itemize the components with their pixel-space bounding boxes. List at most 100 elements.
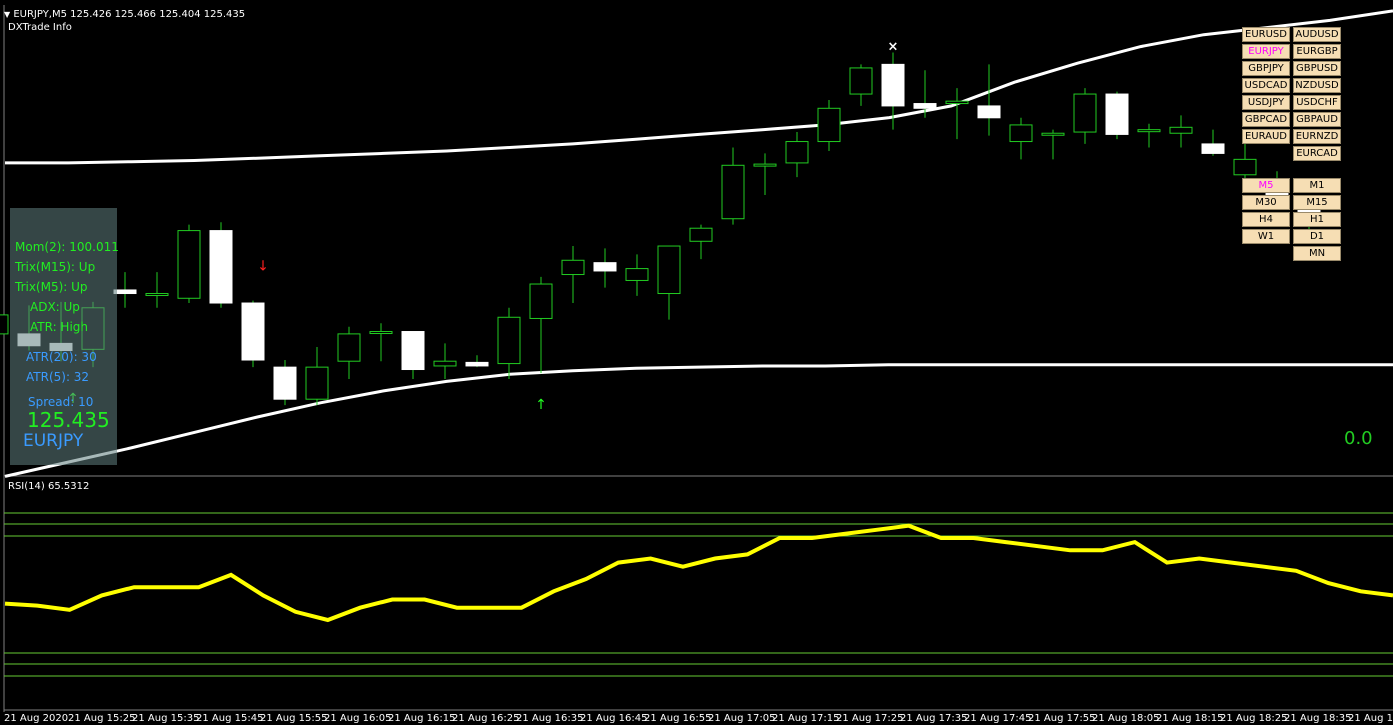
bear-candle: [881, 63, 905, 107]
up-arrow-signal: ↑: [535, 397, 547, 413]
time-axis-label: 21 Aug 18:15: [1156, 713, 1224, 724]
bull-candle: [0, 314, 9, 335]
bull-candle: [433, 360, 457, 367]
symbol-button-eurgbp[interactable]: EURGBP: [1293, 44, 1341, 59]
symbol-button-gbpcad[interactable]: GBPCAD: [1242, 112, 1290, 127]
bull-candle: [1073, 93, 1097, 133]
symbol-button-gbpusd[interactable]: GBPUSD: [1293, 61, 1341, 76]
bull-candle: [337, 333, 361, 362]
timeframe-button-h1[interactable]: H1: [1293, 212, 1341, 227]
time-axis-label: 21 Aug 17:35: [900, 713, 968, 724]
bear-candle: [977, 105, 1001, 119]
atr-state-readout: ATR: High: [30, 320, 89, 334]
symbol-button-eurcad[interactable]: EURCAD: [1293, 146, 1341, 161]
current-price: 125.435: [27, 408, 110, 432]
time-axis-label: 21 Aug 16:35: [516, 713, 584, 724]
symbol-button-euraud[interactable]: EURAUD: [1242, 129, 1290, 144]
time-axis-label: 21 Aug 18:35: [1284, 713, 1352, 724]
down-arrow-signal: ↓: [257, 259, 269, 275]
bull-candle: [1169, 126, 1193, 134]
bull-candle: [817, 107, 841, 143]
timeframe-button-mn[interactable]: MN: [1293, 246, 1341, 261]
symbol-button-eurjpy[interactable]: EURJPY: [1242, 44, 1290, 59]
trix-m15-readout: Trix(M15): Up: [15, 260, 96, 274]
bull-candle: [561, 259, 585, 276]
time-axis-label: 21 Aug 17:55: [1028, 713, 1096, 724]
time-axis-label: 21 Aug 15:55: [260, 713, 328, 724]
bear-candle: [913, 103, 937, 109]
time-axis-label: 21 Aug 16:25: [452, 713, 520, 724]
upper-band-line: [5, 9, 1393, 165]
timeframe-button-m30[interactable]: M30: [1242, 195, 1290, 210]
time-axis-label: 21 Aug 17:45: [964, 713, 1032, 724]
bull-candle: [497, 316, 521, 365]
symbol-button-audusd[interactable]: AUDUSD: [1293, 27, 1341, 42]
mom-readout: Mom(2): 100.011: [15, 240, 119, 254]
price-chart[interactable]: ↑↑↓×: [0, 0, 1393, 725]
symbol-button-eurnzd[interactable]: EURNZD: [1293, 129, 1341, 144]
timeframe-button-m15[interactable]: M15: [1293, 195, 1341, 210]
bull-candle: [657, 245, 681, 295]
bull-candle: [721, 164, 745, 220]
current-symbol: EURJPY: [23, 431, 84, 451]
time-axis-label: 21 Aug 16:55: [644, 713, 712, 724]
timeframe-button-d1[interactable]: D1: [1293, 229, 1341, 244]
bull-candle: [529, 283, 553, 319]
time-axis-label: 21 Aug 17:25: [836, 713, 904, 724]
bull-candle: [369, 331, 393, 335]
symbol-button-usdjpy[interactable]: USDJPY: [1242, 95, 1290, 110]
bull-candle: [145, 293, 169, 297]
bear-candle: [273, 366, 297, 400]
bull-candle: [177, 230, 201, 299]
time-axis-label: 21 Aug 16:45: [580, 713, 648, 724]
timeframe-button-m5[interactable]: M5: [1242, 178, 1290, 193]
bull-candle: [785, 141, 809, 164]
bull-candle: [305, 366, 329, 400]
bear-candle: [209, 230, 233, 304]
bear-candle: [113, 289, 137, 295]
bear-candle: [593, 262, 617, 272]
symbol-button-usdchf[interactable]: USDCHF: [1293, 95, 1341, 110]
dropdown-triangle-icon[interactable]: ▼: [4, 10, 10, 19]
atr5-readout: ATR(5): 32: [26, 370, 90, 384]
time-axis-label: 21 Aug 15:25: [68, 713, 136, 724]
symbol-button-gbpaud[interactable]: GBPAUD: [1293, 112, 1341, 127]
symbol-ohlc-line: EURJPY,M5 125.426 125.466 125.404 125.43…: [13, 9, 246, 20]
time-axis-label: 21 Aug 16:15: [388, 713, 456, 724]
timeframe-button-w1[interactable]: W1: [1242, 229, 1290, 244]
bear-candle: [241, 302, 265, 361]
chart-header: ▼ EURJPY,M5 125.426 125.466 125.404 125.…: [4, 9, 245, 20]
atr20-readout: ATR(20): 30: [26, 350, 97, 364]
time-axis-label: 21 Aug 18:25: [1220, 713, 1288, 724]
cross-signal: ×: [888, 39, 899, 54]
spread-readout: Spread: 10: [28, 395, 94, 409]
lower-band-line: [4, 363, 1393, 478]
symbol-button-eurusd[interactable]: EURUSD: [1242, 27, 1290, 42]
time-axis-label: 21 Aug 2020: [4, 713, 69, 724]
bull-candle: [625, 268, 649, 281]
timeframe-button-h4[interactable]: H4: [1242, 212, 1290, 227]
time-axis-label: 21 Aug 17:15: [772, 713, 840, 724]
time-axis-label: 21 Aug 15:45: [196, 713, 264, 724]
bull-candle: [1009, 124, 1033, 143]
bear-candle: [401, 331, 425, 371]
bear-candle: [1105, 93, 1129, 135]
symbol-button-nzdusd[interactable]: NZDUSD: [1293, 78, 1341, 93]
time-axis-label: 21 Aug 15:35: [132, 713, 200, 724]
time-axis-label: 21 Aug 17:05: [708, 713, 776, 724]
bull-candle: [1137, 129, 1161, 133]
trix-m5-readout: Trix(M5): Up: [15, 280, 88, 294]
time-axis-label: 21 Aug 18:05: [1092, 713, 1160, 724]
timeframe-button-m1[interactable]: M1: [1293, 178, 1341, 193]
bull-candle: [1041, 132, 1065, 136]
bull-candle: [689, 227, 713, 242]
time-axis-label: 21 Aug 16:05: [324, 713, 392, 724]
rsi-line: [4, 523, 1393, 623]
symbol-button-gbpjpy[interactable]: GBPJPY: [1242, 61, 1290, 76]
symbol-button-usdcad[interactable]: USDCAD: [1242, 78, 1290, 93]
bull-candle: [849, 67, 873, 95]
time-axis-label: 21 Aug 18: [1348, 713, 1393, 724]
bear-candle: [1201, 143, 1225, 154]
zero-value-readout: 0.0: [1344, 428, 1373, 449]
bear-candle: [465, 361, 489, 367]
